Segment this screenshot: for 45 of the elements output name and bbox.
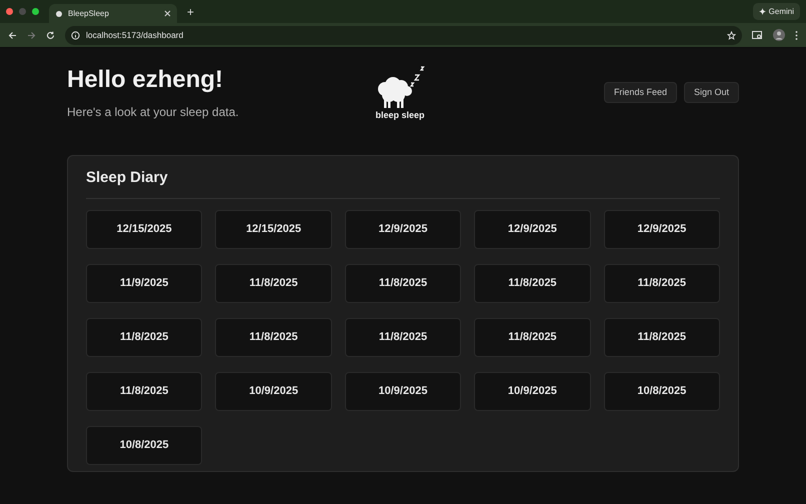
address-bar[interactable]: localhost:5173/dashboard: [65, 26, 742, 44]
gemini-button[interactable]: Gemini: [752, 3, 800, 20]
diary-entry-button[interactable]: 10/8/2025: [604, 372, 720, 411]
reload-icon[interactable]: [46, 30, 55, 40]
diary-entry-button[interactable]: 11/8/2025: [86, 318, 202, 357]
menu-icon[interactable]: [795, 30, 798, 40]
diary-entry-button[interactable]: 11/8/2025: [86, 372, 202, 411]
sign-out-button[interactable]: Sign Out: [684, 82, 739, 103]
diary-entry-button[interactable]: 12/15/2025: [86, 210, 202, 249]
sparkle-icon: [758, 8, 766, 15]
maximize-window-icon[interactable]: [32, 8, 39, 15]
diary-entry-button[interactable]: 10/8/2025: [86, 426, 202, 465]
diary-entry-button[interactable]: 11/8/2025: [604, 264, 720, 303]
diary-entry-button[interactable]: 11/8/2025: [604, 318, 720, 357]
url-text: localhost:5173/dashboard: [86, 28, 184, 42]
card-title: Sleep Diary: [86, 169, 169, 187]
diary-entry-button[interactable]: 11/8/2025: [215, 318, 332, 357]
diary-entry-button[interactable]: 11/9/2025: [86, 264, 202, 303]
diary-entry-button[interactable]: 10/9/2025: [344, 372, 462, 411]
diary-entry-button[interactable]: 12/9/2025: [604, 210, 720, 249]
diary-entry-button[interactable]: 10/9/2025: [215, 372, 332, 411]
diary-entry-button[interactable]: 11/8/2025: [474, 318, 591, 357]
close-icon[interactable]: [164, 10, 171, 17]
greeting-heading: Hello ezheng!: [67, 65, 224, 95]
diary-entry-button[interactable]: 12/9/2025: [344, 210, 462, 249]
new-tab-button[interactable]: +: [187, 2, 194, 20]
forward-arrow-icon[interactable]: [27, 30, 36, 40]
diary-entry-button[interactable]: 11/8/2025: [215, 264, 332, 303]
tab-title: BleepSleep: [68, 8, 110, 20]
subtitle-text: Here's a look at your sleep data.: [67, 104, 240, 121]
browser-tab[interactable]: BleepSleep: [49, 4, 177, 23]
diary-entry-button[interactable]: 11/8/2025: [344, 318, 462, 357]
close-window-icon[interactable]: [6, 8, 13, 15]
diary-entry-button[interactable]: 10/9/2025: [474, 372, 591, 411]
diary-entry-button[interactable]: 11/8/2025: [344, 264, 462, 303]
tab-search-icon[interactable]: [752, 30, 763, 40]
friends-feed-button[interactable]: Friends Feed: [604, 82, 677, 103]
diary-entry-button[interactable]: 12/9/2025: [474, 210, 591, 249]
diary-entry-button[interactable]: 11/8/2025: [474, 264, 591, 303]
profile-avatar-icon[interactable]: [773, 29, 785, 41]
star-icon[interactable]: [727, 30, 736, 40]
info-icon[interactable]: [71, 30, 80, 40]
back-arrow-icon[interactable]: [8, 30, 17, 40]
diary-entry-button[interactable]: 12/15/2025: [215, 210, 332, 249]
logo-text: bleep sleep: [375, 109, 425, 122]
